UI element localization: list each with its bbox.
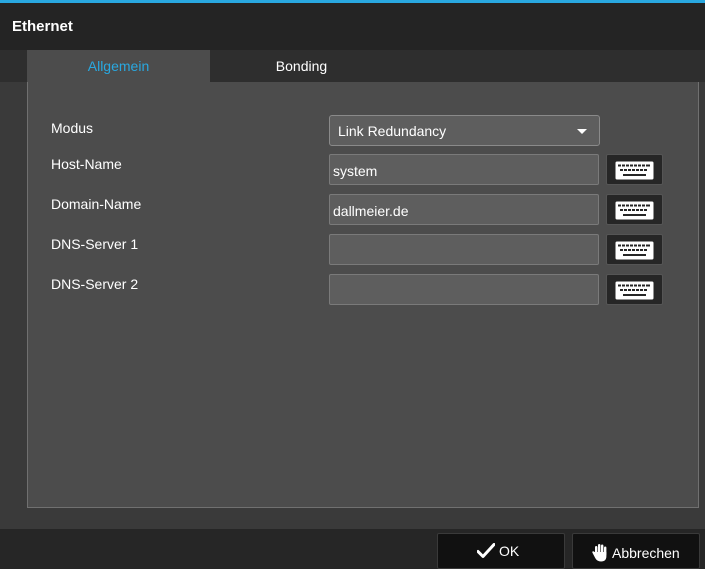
keyboard-icon <box>615 161 654 180</box>
domain-name-keyboard-button[interactable] <box>606 194 663 225</box>
modus-select-value: Link Redundancy <box>338 123 447 139</box>
host-name-value: system <box>333 163 378 179</box>
modus-select[interactable]: Link Redundancy <box>329 115 600 146</box>
modus-label: Modus <box>51 120 94 136</box>
checkmark-icon <box>477 543 495 558</box>
ok-button[interactable]: OK <box>437 533 565 569</box>
keyboard-icon <box>615 201 654 220</box>
ethernet-dialog: Ethernet Allgemein Bonding Modus Link Re… <box>0 0 705 569</box>
dns-server-2-input[interactable] <box>329 274 599 305</box>
cancel-button[interactable]: Abbrechen <box>572 533 700 569</box>
cancel-button-label: Abbrechen <box>612 544 680 561</box>
host-name-label: Host-Name <box>51 156 122 172</box>
hand-icon <box>592 544 607 562</box>
host-name-input[interactable]: system <box>329 154 599 185</box>
ok-button-label: OK <box>499 543 520 559</box>
general-settings-panel: Modus Link Redundancy Host-Name system D… <box>27 82 699 508</box>
dialog-title: Ethernet <box>12 18 73 35</box>
domain-name-value: dallmeier.de <box>333 203 409 219</box>
dns-server-2-label: DNS-Server 2 <box>51 276 139 292</box>
keyboard-icon <box>615 281 654 300</box>
keyboard-icon <box>615 241 654 260</box>
tab-bonding[interactable]: Bonding <box>210 50 393 82</box>
chevron-down-icon <box>577 129 587 134</box>
title-bar: Ethernet <box>0 3 705 50</box>
dns-server-1-label: DNS-Server 1 <box>51 236 139 252</box>
dns-server-1-keyboard-button[interactable] <box>606 234 663 265</box>
dns-server-2-keyboard-button[interactable] <box>606 274 663 305</box>
domain-name-label: Domain-Name <box>51 196 142 212</box>
tab-bar: Allgemein Bonding <box>0 50 705 82</box>
host-name-keyboard-button[interactable] <box>606 154 663 185</box>
tab-allgemein[interactable]: Allgemein <box>27 50 210 82</box>
dns-server-1-input[interactable] <box>329 234 599 265</box>
domain-name-input[interactable]: dallmeier.de <box>329 194 599 225</box>
dialog-footer: OK Abbrechen <box>0 529 705 569</box>
